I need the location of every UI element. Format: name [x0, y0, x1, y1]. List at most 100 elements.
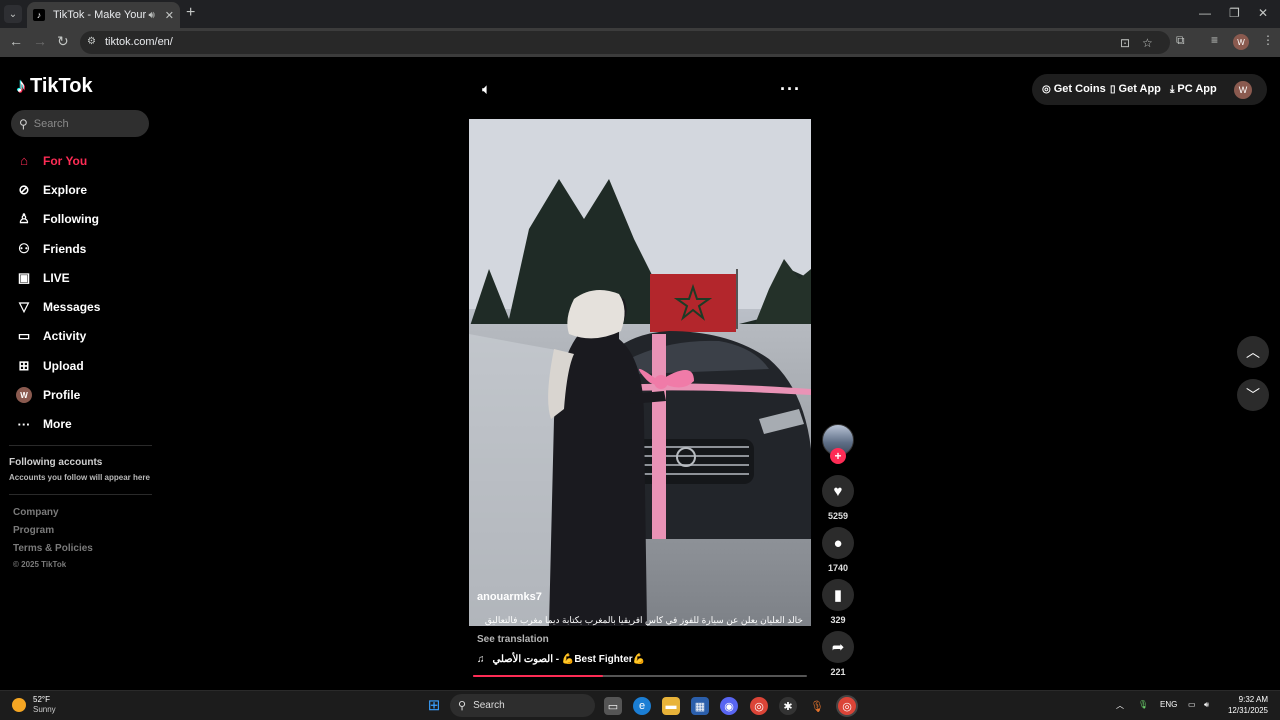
chrome-icon[interactable]: ◎ — [750, 697, 768, 715]
chevron-up-icon: ︿ — [1246, 344, 1260, 360]
pc-app-button[interactable]: ⤓ PC App — [1170, 83, 1217, 95]
search-input[interactable] — [33, 117, 134, 130]
new-tab-button[interactable]: + — [186, 5, 195, 21]
clock-date: 12/31/2025 — [1227, 706, 1268, 715]
task-view-icon[interactable]: ▭ — [604, 697, 622, 715]
upload-icon: ⊞ — [18, 357, 30, 373]
sidebar-item-label: LIVE — [43, 270, 70, 285]
compass-icon: ⊘ — [18, 181, 30, 197]
sidebar-item-profile[interactable]: W Profile — [16, 380, 156, 409]
browser-tab[interactable]: ♪ TikTok - Make Your Day 🔊︎ ✕ — [27, 2, 180, 28]
sidebar-item-label: Activity — [43, 329, 87, 344]
follow-plus-icon[interactable]: + — [830, 448, 846, 464]
user-icon: ♙ — [18, 211, 30, 227]
browser-profile-avatar[interactable]: W — [1233, 34, 1249, 50]
search-icon: ⚲ — [19, 116, 28, 131]
close-window-icon[interactable]: ✕ — [1258, 6, 1268, 20]
video-username[interactable]: anouarmks7 — [477, 591, 542, 603]
reload-icon[interactable]: ↻ — [57, 33, 69, 50]
speaker-icon[interactable]: 🔊︎ — [148, 10, 154, 21]
get-coins-label: Get Coins — [1053, 83, 1106, 95]
taskbar-search[interactable]: ⚲ Search — [450, 694, 595, 717]
footer-link-company[interactable]: Company — [13, 507, 59, 518]
store-icon[interactable]: ▦ — [691, 697, 709, 715]
footer-link-terms[interactable]: Terms & Policies — [13, 543, 93, 554]
discord-icon[interactable]: ◉ — [720, 697, 738, 715]
tiktok-logo[interactable]: ♪ TikTok — [16, 75, 93, 98]
like-button[interactable]: ♥ — [822, 475, 854, 507]
weather-widget[interactable]: 52°F Sunny — [12, 695, 56, 715]
search-box[interactable]: ⚲ — [11, 110, 149, 137]
share-arrow-icon: ➦ — [831, 639, 845, 656]
tray-overflow-icon[interactable]: ︿ — [1116, 700, 1124, 711]
sidebar-item-following[interactable]: ♙ Following — [16, 205, 156, 234]
share-count: 221 — [830, 667, 846, 677]
following-accounts-subtitle: Accounts you follow will appear here — [9, 473, 150, 482]
extensions-icon[interactable]: ⧉ — [1176, 33, 1185, 48]
site-info-icon[interactable]: ⚙ — [87, 36, 96, 47]
previous-video-button[interactable]: ︿ — [1237, 336, 1269, 368]
video-progress-fill — [473, 675, 604, 677]
music-info[interactable]: ♫ الصوت الأصلي - 💪Best Fighter💪 — [477, 654, 645, 665]
file-explorer-icon[interactable]: ▬ — [662, 697, 680, 715]
footer-link-program[interactable]: Program — [13, 525, 54, 536]
share-button[interactable]: ➦ — [822, 631, 854, 663]
minimize-icon[interactable]: — — [1199, 6, 1211, 20]
volume-tray-icon[interactable]: 🔊︎ — [1204, 700, 1209, 710]
mic-tray-icon[interactable]: 🎙︎ — [1138, 700, 1148, 709]
next-video-button[interactable]: ﹀ — [1237, 379, 1269, 411]
more-icon: ··· — [17, 416, 31, 432]
sidebar-item-label: Profile — [43, 388, 81, 403]
message-box-icon: ▭ — [17, 328, 31, 344]
volume-icon[interactable]: 🔈︎ — [482, 81, 491, 98]
sidebar-item-for-you[interactable]: ⌂ For You — [16, 146, 156, 175]
app-icon[interactable]: ✱ — [779, 697, 797, 715]
video-progress-bar[interactable] — [473, 675, 807, 677]
see-translation-link[interactable]: See translation — [477, 634, 549, 645]
more-options-icon[interactable]: ··· — [780, 79, 801, 100]
install-app-icon[interactable]: ⊡ — [1120, 36, 1130, 50]
sun-icon — [12, 698, 26, 712]
back-icon[interactable]: ← — [9, 33, 23, 49]
sidebar-item-label: Explore — [43, 182, 88, 197]
url-text[interactable]: tiktok.com/en/ — [105, 36, 173, 48]
language-indicator[interactable]: ENG — [1160, 700, 1177, 709]
forward-icon[interactable]: → — [33, 33, 47, 49]
sidebar-item-messages[interactable]: ▽ Messages — [16, 292, 156, 321]
video-frame-illustration — [469, 119, 811, 626]
sidebar-item-label: Following — [43, 212, 99, 227]
edge-icon[interactable]: e — [633, 697, 651, 715]
system-clock[interactable]: 9:32 AM 12/31/2025 — [1222, 694, 1268, 716]
get-coins-button[interactable]: ◎ Get Coins — [1042, 83, 1106, 95]
close-tab-icon[interactable]: ✕ — [165, 9, 174, 22]
bookmark-star-icon[interactable]: ☆ — [1142, 36, 1153, 50]
save-button[interactable]: ▮ — [822, 579, 854, 611]
browser-tab-bar: ⌄ ♪ TikTok - Make Your Day 🔊︎ ✕ + — ❐ ✕ — [0, 0, 1280, 28]
omnibox[interactable]: ⚙ tiktok.com/en/ ⊡ ☆ — [80, 31, 1170, 54]
media-control-icon[interactable]: ≡ — [1211, 33, 1218, 47]
get-app-button[interactable]: ▯ Get App — [1110, 83, 1161, 95]
microphone-app-icon[interactable]: 🎙︎ — [808, 697, 826, 715]
sidebar-item-more[interactable]: ··· More — [16, 410, 156, 439]
comment-button[interactable]: ● — [822, 527, 854, 559]
sidebar-divider — [9, 445, 152, 446]
video-player[interactable] — [469, 119, 811, 626]
windows-start-icon[interactable]: ⊞ — [425, 696, 443, 714]
sidebar-item-upload[interactable]: ⊞ Upload — [16, 351, 156, 380]
sidebar-item-friends[interactable]: ⚇ Friends — [16, 234, 156, 263]
weather-condition: Sunny — [33, 705, 56, 714]
sidebar-item-label: More — [43, 417, 72, 432]
network-icon[interactable]: ▭ — [1188, 700, 1196, 709]
download-icon: ⤓ — [1170, 83, 1175, 95]
sidebar-item-live[interactable]: ▣ LIVE — [16, 263, 156, 292]
sidebar-item-label: Upload — [43, 358, 84, 373]
live-icon: ▣ — [17, 269, 31, 285]
user-avatar[interactable]: W — [1234, 81, 1252, 99]
sidebar-item-activity[interactable]: ▭ Activity — [16, 322, 156, 351]
tab-search-button[interactable]: ⌄ — [4, 5, 22, 23]
sidebar-item-label: Messages — [43, 300, 101, 315]
sidebar-item-explore[interactable]: ⊘ Explore — [16, 175, 156, 204]
browser-menu-icon[interactable]: ⋮ — [1262, 33, 1274, 47]
chrome-active-icon[interactable]: ◎ — [838, 697, 856, 715]
maximize-icon[interactable]: ❐ — [1229, 6, 1240, 20]
